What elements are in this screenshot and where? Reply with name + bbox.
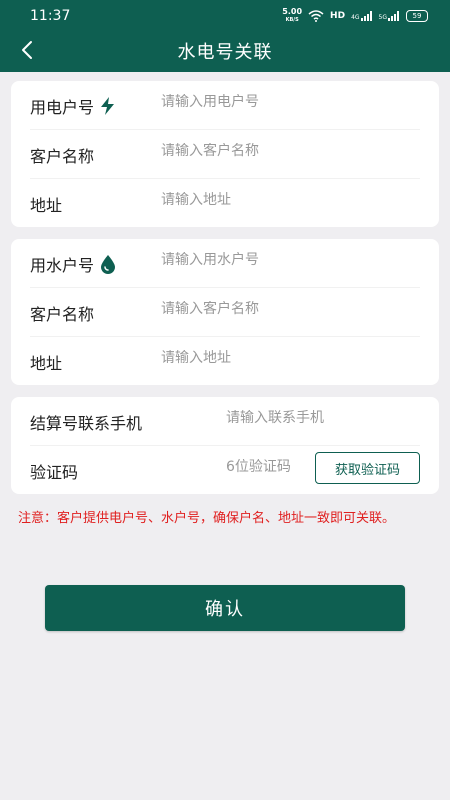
electric-account-input[interactable] [161, 94, 420, 110]
status-time: 11:37 [30, 8, 71, 24]
status-bar: 11:37 5.00 KB/S HD 4G 5G 59 [0, 0, 450, 34]
code-label: 验证码 [30, 463, 79, 482]
electric-card: 用电户号 客户名称 地址 [11, 81, 439, 227]
signal-4g-icon: 4G [351, 11, 372, 21]
water-account-label: 用水户号 [30, 252, 118, 276]
water-address-input[interactable] [161, 350, 420, 366]
net-speed: 5.00 KB/S [282, 8, 302, 24]
electric-name-label: 客户名称 [30, 147, 95, 166]
lightning-icon [101, 97, 115, 115]
water-account-row: 用水户号 [30, 239, 420, 288]
electric-account-label: 用电户号 [30, 94, 118, 118]
signal-4g-label: 4G [351, 14, 360, 21]
water-name-label: 客户名称 [30, 305, 95, 324]
confirm-button[interactable]: 确认 [45, 585, 405, 631]
water-card: 用水户号 客户名称 地址 [11, 239, 439, 385]
electric-address-label: 地址 [30, 196, 63, 215]
code-row: 验证码 获取验证码 [30, 446, 420, 494]
phone-input[interactable] [226, 410, 420, 426]
code-input[interactable] [226, 459, 308, 475]
water-address-label: 地址 [30, 354, 63, 373]
signal-5g-icon: 5G [379, 11, 400, 21]
signal-5g-label: 5G [378, 14, 387, 21]
water-address-row: 地址 [30, 337, 420, 385]
app-header: 11:37 5.00 KB/S HD 4G 5G 59 水电号关联 [0, 0, 450, 72]
net-speed-value: 5.00 [282, 7, 303, 16]
electric-name-input[interactable] [161, 143, 420, 159]
water-name-row: 客户名称 [30, 288, 420, 337]
wifi-icon [308, 10, 324, 22]
notice-text: 注意：客户提供电户号、水户号，确保户名、地址一致即可关联。 [18, 511, 396, 526]
hd-label: HD [330, 11, 346, 21]
water-drop-icon [101, 255, 116, 274]
electric-address-row: 地址 [30, 179, 420, 227]
battery-level: 59 [412, 12, 422, 20]
contact-card: 结算号联系手机 验证码 获取验证码 [11, 397, 439, 494]
get-code-button[interactable]: 获取验证码 [315, 452, 420, 484]
water-account-label-text: 用水户号 [30, 256, 95, 275]
status-icons: 5.00 KB/S HD 4G 5G 59 [282, 8, 428, 24]
nav-bar: 水电号关联 [0, 34, 450, 70]
phone-row: 结算号联系手机 [30, 397, 420, 446]
page-title: 水电号关联 [177, 42, 273, 63]
electric-address-input[interactable] [161, 192, 420, 208]
water-account-input[interactable] [161, 252, 420, 268]
electric-account-row: 用电户号 [30, 81, 420, 130]
net-speed-unit: KB/S [285, 17, 299, 23]
battery-icon: 59 [406, 10, 428, 22]
electric-account-label-text: 用电户号 [30, 98, 95, 117]
water-name-input[interactable] [161, 301, 420, 317]
phone-label: 结算号联系手机 [30, 414, 143, 433]
electric-name-row: 客户名称 [30, 130, 420, 179]
